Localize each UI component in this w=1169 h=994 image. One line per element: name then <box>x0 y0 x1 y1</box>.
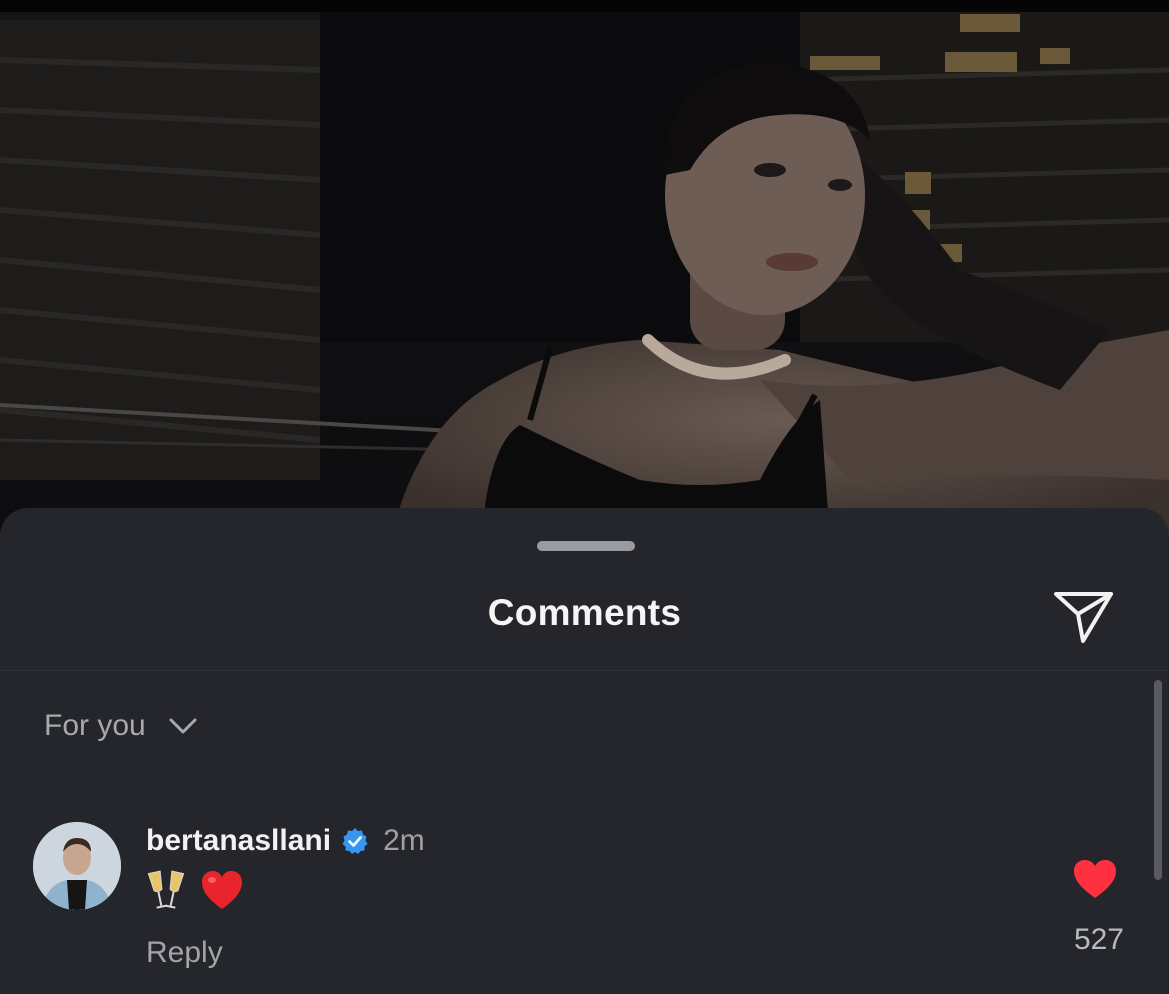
comment-text <box>146 868 244 912</box>
comment-header: bertanasllani 2m <box>146 824 425 858</box>
post-photo <box>0 0 1169 540</box>
red-heart-icon <box>202 871 242 909</box>
clinking-glasses-icon <box>147 870 185 909</box>
share-button[interactable] <box>1052 586 1116 646</box>
avatar[interactable] <box>33 822 121 910</box>
comments-sheet: Comments For you bertanasllani 2m Reply … <box>0 508 1169 994</box>
like-count: 527 <box>1073 923 1124 956</box>
verified-badge-icon <box>342 828 368 854</box>
chevron-down-icon <box>169 718 197 734</box>
sort-dropdown[interactable]: For you <box>44 706 198 746</box>
header-divider <box>0 670 1169 671</box>
heart-filled-icon <box>1074 860 1116 898</box>
sort-label: For you <box>44 709 146 742</box>
sheet-title: Comments <box>487 592 682 633</box>
comment-username[interactable]: bertanasllani <box>146 824 331 858</box>
reply-button[interactable]: Reply <box>146 936 223 970</box>
comment-timestamp: 2m <box>383 824 425 857</box>
sheet-drag-handle[interactable] <box>537 541 635 551</box>
app-screen: Comments For you bertanasllani 2m Reply … <box>0 0 1169 994</box>
like-button[interactable] <box>1072 858 1118 900</box>
send-icon <box>1054 592 1113 643</box>
scrollbar[interactable] <box>1154 680 1162 880</box>
